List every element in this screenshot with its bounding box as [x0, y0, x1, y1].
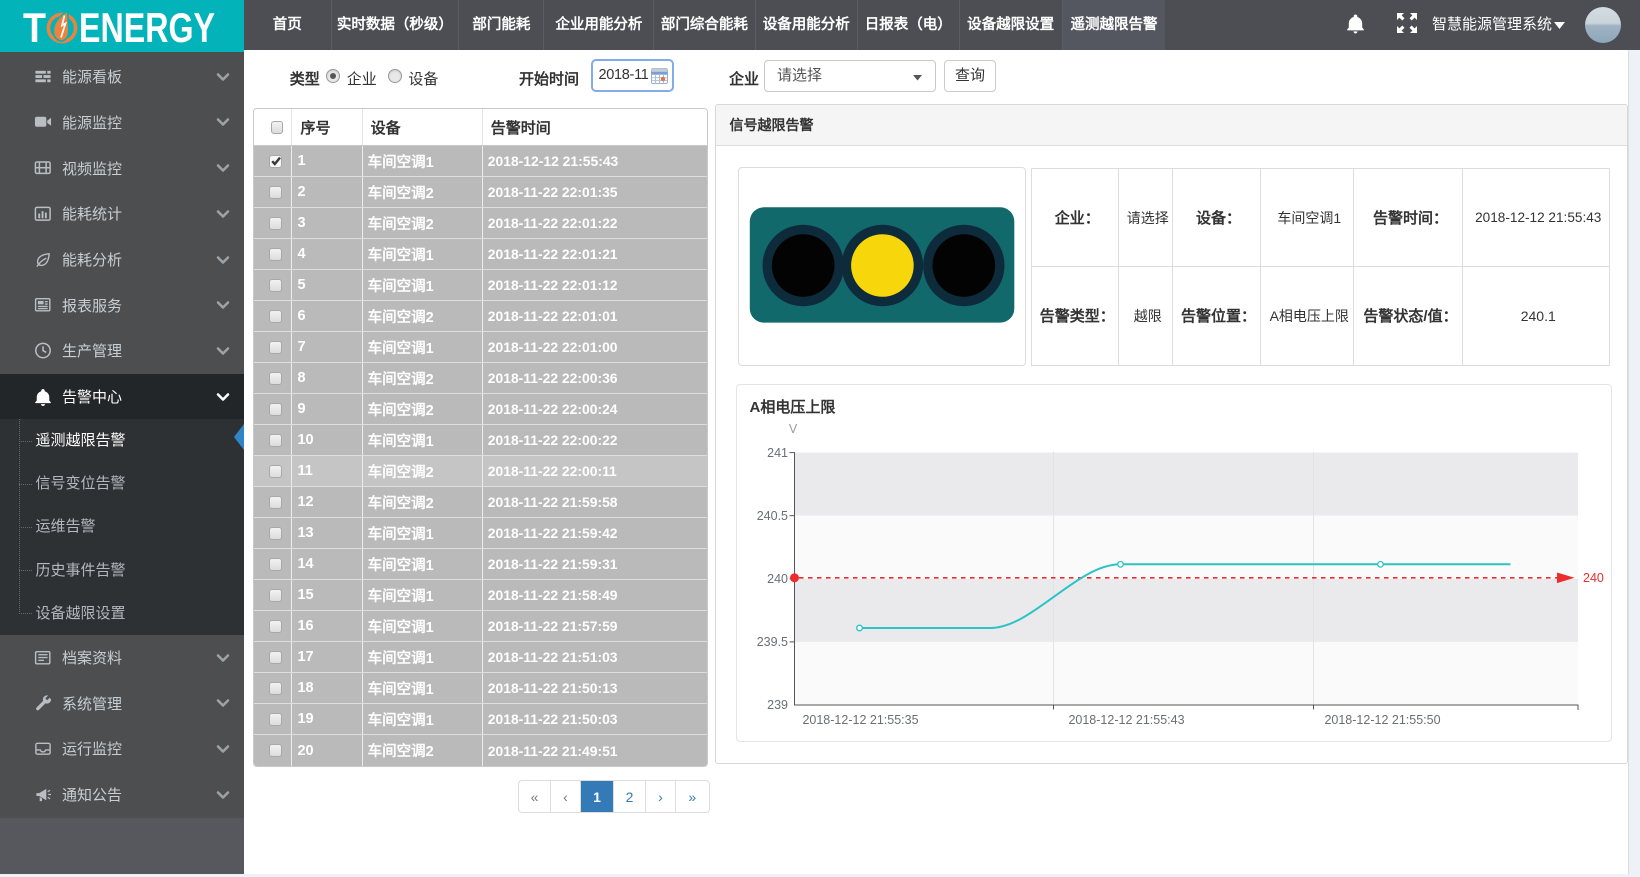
svg-text:240: 240	[767, 572, 788, 586]
svg-text:2018-12-12 21:55:35: 2018-12-12 21:55:35	[802, 713, 918, 727]
svg-text:T: T	[23, 4, 46, 51]
svg-text:239: 239	[767, 698, 788, 712]
svg-text:239.5: 239.5	[756, 635, 787, 649]
svg-text:2018-12-12 21:55:50: 2018-12-12 21:55:50	[1324, 713, 1440, 727]
svg-text:2018-12-12 21:55:43: 2018-12-12 21:55:43	[1068, 713, 1184, 727]
svg-text:V: V	[788, 422, 797, 436]
svg-text:ENERGY: ENERGY	[79, 4, 215, 51]
svg-text:240.5: 240.5	[756, 509, 787, 523]
svg-text:A相电压上限: A相电压上限	[749, 398, 835, 416]
svg-text:241: 241	[767, 446, 788, 460]
svg-text:240: 240	[1583, 571, 1604, 585]
